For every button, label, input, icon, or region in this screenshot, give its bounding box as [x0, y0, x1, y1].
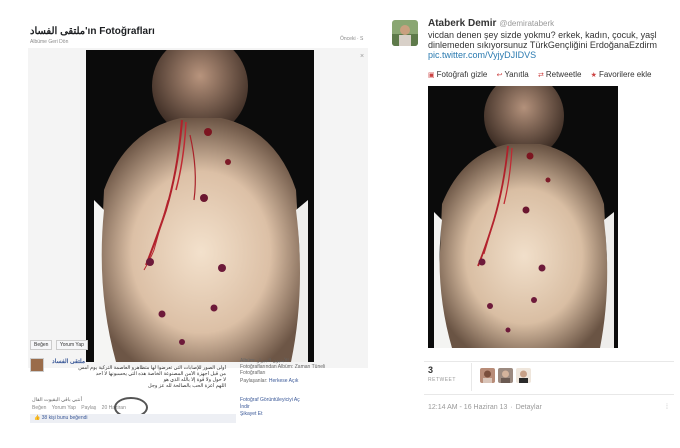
- post-author[interactable]: ملتقى الفساد: [52, 358, 85, 365]
- tweet-footer: 12:14 AM - 16 Haziran 13 · Detaylar: [428, 404, 542, 411]
- avatar[interactable]: [392, 20, 418, 46]
- tweet-timestamp[interactable]: 12:14 AM - 16 Haziran 13: [428, 404, 507, 411]
- photo-action-buttons: Beğen Yorum Yap: [30, 340, 90, 350]
- retweet-count[interactable]: 3: [428, 365, 433, 375]
- post-text: أولى الصور للإصابات التي تعرضوا لها متظا…: [46, 365, 226, 389]
- injury-photo[interactable]: [86, 50, 314, 362]
- reply-action[interactable]: ↩ Yanıtla: [497, 70, 529, 79]
- close-icon[interactable]: ×: [360, 53, 367, 60]
- post-meta-rtl: أنتبي باقي البقيوت القال: [32, 397, 82, 403]
- author-name: Ataberk Demir: [428, 18, 497, 29]
- favorite-action[interactable]: ★ Favorilere ekle: [591, 70, 652, 79]
- retweet-label: RETWEET: [428, 377, 456, 383]
- like-button[interactable]: Beğen: [30, 340, 53, 350]
- divider: [424, 394, 674, 395]
- reply-icon: ↩: [496, 72, 503, 79]
- meta-comment-link[interactable]: Yorum Yap: [52, 405, 76, 411]
- photo-nav-options[interactable]: Önceki · S: [340, 36, 363, 42]
- album-line: Fotoğrafları: [240, 370, 266, 376]
- privacy-info: Paylaşanlar: Herkese Açık: [240, 378, 298, 384]
- photo-icon: ▣: [428, 72, 435, 79]
- avatar-image: [392, 20, 418, 46]
- avatar[interactable]: [30, 358, 44, 372]
- retweeter-avatar[interactable]: [480, 368, 495, 383]
- like-count-bar[interactable]: 👍 38 kişi bunu beğendi: [30, 414, 236, 423]
- divider: [424, 361, 674, 362]
- tweet-line: dinlemeden sıkıyorsunuz TürkGençliğini E…: [428, 40, 657, 50]
- retweet-action[interactable]: ⇄ Retweetle: [538, 70, 581, 79]
- open-viewer-link[interactable]: Fotoğraf Görüntüleyiciyi Aç: [240, 397, 300, 404]
- more-icon[interactable]: ⁞: [666, 404, 668, 411]
- thumbs-up-icon: 👍: [34, 415, 41, 421]
- like-count: 38 kişi bunu beğendi: [41, 415, 88, 421]
- side-links: Fotoğraf Görüntüleyiciyi Aç İndir Şikaye…: [240, 397, 300, 418]
- back-to-album-link[interactable]: Albüme Geri Dön: [30, 39, 68, 45]
- tweet-pic-link[interactable]: pic.twitter.com/VyjyDJIDVS: [428, 50, 536, 60]
- retweeter-avatar-image: [516, 368, 531, 383]
- tweet-card: Ataberk Demir @demirataberk vicdan denen …: [384, 10, 680, 440]
- tweet-line: vicdan denen şey sizde yokmu? erkek, kad…: [428, 30, 657, 40]
- injury-photo-image: [86, 50, 314, 362]
- divider: [471, 363, 472, 391]
- meta-like-link[interactable]: Beğen: [32, 405, 46, 411]
- tweet-actions: ▣ Fotoğrafı gizle ↩ Yanıtla ⇄ Retweetle ★ Fa…: [428, 70, 658, 79]
- details-link[interactable]: Detaylar: [516, 404, 542, 411]
- tweet-photo[interactable]: [428, 86, 618, 348]
- tweet-author[interactable]: Ataberk Demir @demirataberk: [428, 18, 554, 29]
- star-icon: ★: [590, 72, 597, 79]
- album-title: ملتقى الفساد'ın Fotoğrafları: [30, 26, 155, 37]
- privacy-label: Paylaşanlar:: [240, 378, 268, 384]
- retweet-icon: ⇄: [537, 72, 544, 79]
- comment-button[interactable]: Yorum Yap: [55, 340, 88, 350]
- privacy-value[interactable]: Herkese Açık: [269, 378, 298, 384]
- meta-share-link[interactable]: Paylaş: [81, 405, 96, 411]
- report-link[interactable]: Şikayet Et: [240, 411, 300, 418]
- facebook-photo-viewer: ملتقى الفساد'ın Fotoğrafları Albüme Geri…: [22, 18, 372, 438]
- post-line: اللهم أعزة الحب بالصالحة لله عز وجل: [148, 383, 226, 389]
- album-info: Albüm: الأمنيون الجيرار Fotoğraflarından…: [240, 358, 370, 376]
- download-link[interactable]: İndir: [240, 404, 300, 411]
- tweet-text: vicdan denen şey sizde yokmu? erkek, kad…: [428, 30, 678, 60]
- retweeter-avatar-image: [498, 368, 513, 383]
- hide-photo-action[interactable]: ▣ Fotoğrafı gizle: [428, 70, 487, 79]
- author-handle: @demirataberk: [499, 19, 555, 28]
- retweeter-avatar[interactable]: [498, 368, 513, 383]
- retweeter-avatar[interactable]: [516, 368, 531, 383]
- tweet-photo-image: [428, 86, 618, 348]
- retweeter-avatar-image: [480, 368, 495, 383]
